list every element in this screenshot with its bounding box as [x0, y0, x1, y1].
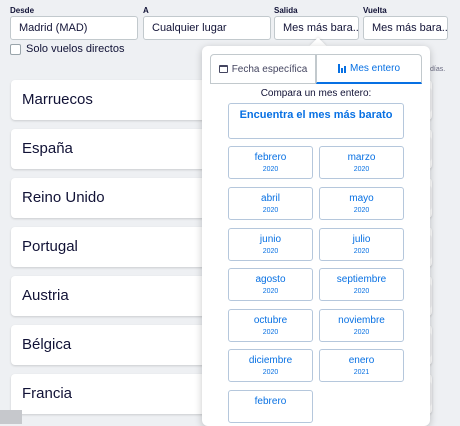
month-name: julio — [352, 234, 371, 245]
country-name: Francia — [22, 385, 73, 402]
country-name: Bélgica — [22, 336, 72, 353]
month-button[interactable]: marzo 2020 — [319, 146, 404, 179]
month-name: febrero — [254, 152, 287, 163]
month-button[interactable]: abril 2020 — [228, 187, 313, 220]
month-name: junio — [259, 234, 282, 245]
month-button[interactable]: septiembre 2020 — [319, 268, 404, 301]
month-name: enero — [348, 355, 375, 366]
tab-label: Fecha específica — [231, 63, 308, 75]
direct-flights-checkbox[interactable] — [10, 43, 21, 55]
month-year: 2020 — [353, 288, 370, 295]
date-mode-tabs: Fecha específica Mes entero — [210, 54, 422, 84]
from-label: Desde — [10, 6, 35, 15]
tab-whole-month[interactable]: Mes entero — [316, 54, 422, 84]
month-year: 2021 — [353, 369, 370, 376]
month-name: mayo — [349, 193, 374, 204]
month-name: febrero — [254, 396, 287, 407]
month-name: abril — [261, 193, 280, 204]
month-button[interactable]: agosto 2020 — [228, 268, 313, 301]
cheapest-month-button[interactable]: Encuentra el mes más barato — [228, 103, 404, 139]
month-name: octubre — [253, 315, 288, 326]
month-button[interactable]: octubre 2020 — [228, 309, 313, 342]
month-button[interactable]: diciembre 2020 — [228, 349, 313, 382]
month-button[interactable]: junio 2020 — [228, 228, 313, 261]
direct-flights-option[interactable]: Solo vuelos directos — [10, 42, 124, 56]
return-label: Vuelta — [363, 6, 387, 15]
month-year: 2020 — [262, 329, 279, 336]
month-year: 2020 — [262, 166, 279, 173]
month-name: marzo — [347, 152, 376, 163]
bar-chart-icon — [337, 64, 346, 73]
month-year: 2020 — [262, 248, 279, 255]
month-year: 2020 — [353, 166, 370, 173]
date-picker-popup: Fecha específica Mes entero Compara un m… — [202, 46, 430, 426]
from-field[interactable]: Madrid (MAD) — [10, 16, 138, 40]
month-year: 2020 — [353, 248, 370, 255]
depart-label: Salida — [274, 6, 298, 15]
to-field[interactable]: Cualquier lugar — [143, 16, 271, 40]
month-year: 2020 — [353, 329, 370, 336]
country-name: Portugal — [22, 238, 78, 255]
month-year: 2020 — [262, 369, 279, 376]
month-name: agosto — [255, 274, 286, 285]
country-name: España — [22, 140, 73, 157]
tab-specific-date[interactable]: Fecha específica — [210, 54, 316, 84]
compare-heading: Compara un mes entero: — [260, 88, 372, 99]
month-name: septiembre — [336, 274, 387, 285]
tab-label: Mes entero — [349, 63, 401, 74]
feedback-tab[interactable] — [0, 410, 22, 424]
month-year: 2020 — [262, 288, 279, 295]
month-name: diciembre — [248, 355, 293, 366]
month-button[interactable]: febrero 2020 — [228, 146, 313, 179]
country-name: Reino Unido — [22, 189, 105, 206]
month-button[interactable]: mayo 2020 — [319, 187, 404, 220]
month-year: 2020 — [353, 207, 370, 214]
month-button[interactable]: enero 2021 — [319, 349, 404, 382]
side-note: días. — [430, 66, 446, 73]
return-field[interactable]: Mes más bara... — [363, 16, 448, 40]
month-button[interactable]: febrero — [228, 390, 313, 423]
depart-field[interactable]: Mes más bara... — [274, 16, 359, 40]
direct-flights-label: Solo vuelos directos — [26, 43, 125, 55]
calendar-icon — [218, 65, 228, 73]
month-button[interactable]: noviembre 2020 — [319, 309, 404, 342]
month-year: 2020 — [262, 207, 279, 214]
month-name: noviembre — [338, 315, 385, 326]
country-name: Marruecos — [22, 91, 93, 108]
month-button[interactable]: julio 2020 — [319, 228, 404, 261]
country-name: Austria — [22, 287, 69, 304]
to-label: A — [143, 6, 149, 15]
